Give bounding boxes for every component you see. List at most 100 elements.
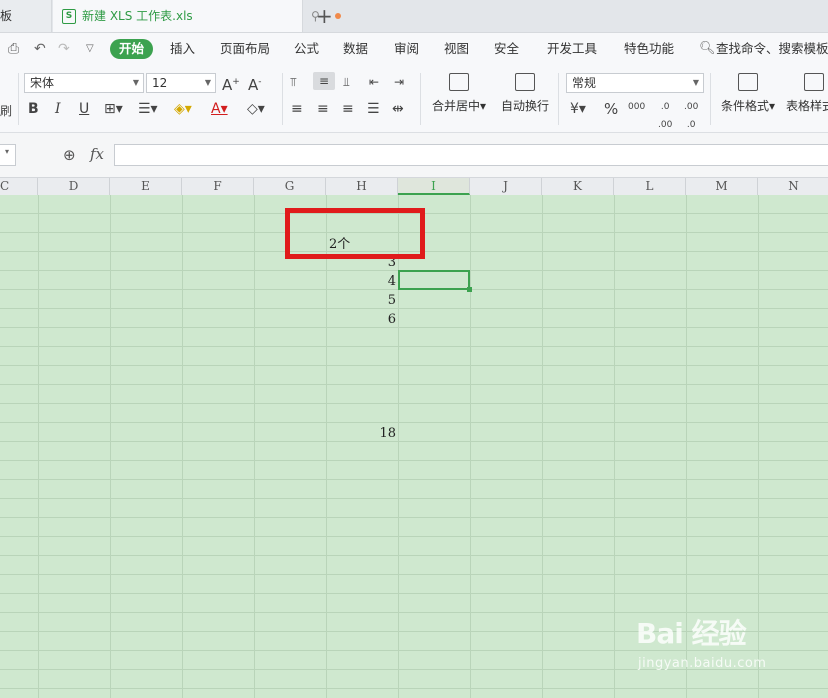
percent-icon[interactable]: % [604, 100, 618, 118]
decrease-font-icon[interactable]: A- [248, 73, 262, 94]
chevron-down-icon: ▼ [132, 78, 139, 87]
active-cell-i4[interactable] [398, 270, 470, 290]
align-center-icon[interactable]: ≡ [317, 100, 329, 118]
bold-icon[interactable]: B [28, 100, 39, 118]
ribbon-toolbar: 刷 宋体 ▼ 12 ▼ A+ A- B I U ⊞▾ ☰▾ ◈▾ A▾ ◇▾ ⫪… [0, 65, 828, 133]
font-color-icon[interactable]: A▾ [211, 100, 228, 118]
tab-label: 模板 [0, 9, 13, 23]
conditional-format-button[interactable]: 条件格式▾ [718, 73, 778, 114]
column-header-g[interactable]: G [254, 178, 326, 195]
merge-center-label: 合并居中 [431, 99, 480, 113]
wrap-text-button[interactable]: 自动换行 [498, 73, 552, 114]
merge-center-button[interactable]: 合并居中▾ [430, 73, 488, 114]
spreadsheet-icon: S [62, 9, 76, 24]
column-header-m[interactable]: M [686, 178, 758, 195]
fill-color-icon[interactable]: ◈▾ [174, 100, 192, 118]
menu-home[interactable]: 开始 [110, 39, 154, 59]
align-middle-icon[interactable]: ≡ [313, 72, 335, 90]
red-highlight-box [285, 208, 425, 259]
redo-icon[interactable]: ↷ [58, 33, 70, 65]
font-name-value: 宋体 [30, 76, 55, 90]
conditional-format-icon [738, 73, 758, 91]
unsaved-dot-icon [335, 13, 341, 19]
wrap-text-label: 自动换行 [500, 99, 549, 113]
underline-icon[interactable]: U [79, 100, 89, 118]
search-icon[interactable]: 🔍︎ [699, 33, 716, 65]
column-header-j[interactable]: J [470, 178, 542, 195]
font-size-select[interactable]: 12 ▼ [146, 73, 216, 93]
fill-handle[interactable] [467, 287, 472, 292]
cell-h12[interactable]: 18 [356, 426, 396, 441]
conditional-format-label: 条件格式 [720, 99, 769, 113]
menu-special-features[interactable]: 特色功能 [624, 33, 674, 65]
column-header-k[interactable]: K [542, 178, 614, 195]
column-header-i[interactable]: I [398, 178, 470, 195]
column-header-e[interactable]: E [110, 178, 182, 195]
wrap-text-icon [515, 73, 535, 91]
watermark-logo: Bai 经验 [636, 617, 747, 650]
number-format-value: 常规 [572, 76, 597, 90]
column-header-h[interactable]: H [326, 178, 398, 195]
menu-data[interactable]: 数据 [343, 33, 368, 65]
column-headers: C D E F G H I J K L M N [0, 178, 828, 196]
align-right-icon[interactable]: ≡ [342, 100, 354, 118]
italic-icon[interactable]: I [55, 100, 61, 118]
number-format-select[interactable]: 常规 ▼ [566, 73, 704, 93]
cell-h5[interactable]: 5 [356, 293, 396, 308]
tab-label: 新建 XLS 工作表.xls [82, 9, 193, 23]
borders-icon[interactable]: ⊞▾ [104, 100, 123, 118]
print-preview-icon[interactable]: ⎙ [8, 33, 19, 65]
tab-bar: 模板 S 新建 XLS 工作表.xls ⚲ + [0, 0, 828, 33]
ribbon-menu: ⎙ ↶ ↷ ▽ 开始 插入 页面布局 公式 数据 审阅 视图 安全 开发工具 特… [0, 33, 828, 65]
currency-icon[interactable]: ¥▾ [570, 100, 586, 118]
search-commands[interactable]: 查找命令、搜索模板 [716, 33, 828, 65]
zoom-icon[interactable]: ⊕ [63, 146, 76, 164]
distributed-icon[interactable]: ⇹ [392, 100, 404, 118]
menu-developer[interactable]: 开发工具 [547, 33, 597, 65]
decrease-indent-icon[interactable]: ⇤ [369, 73, 379, 91]
merge-icon [449, 73, 469, 91]
column-header-d[interactable]: D [38, 178, 110, 195]
menu-formulas[interactable]: 公式 [294, 33, 319, 65]
annotation-text: 2个 [329, 237, 351, 252]
table-style-button[interactable]: 表格样式 [786, 73, 828, 114]
formula-bar: ▾ ⊕ fx [0, 133, 828, 178]
justify-icon[interactable]: ☰ [367, 100, 380, 118]
thousands-separator-icon[interactable]: 000 [628, 98, 645, 116]
decrease-decimal-icon[interactable]: .00.0 [684, 98, 698, 130]
font-size-value: 12 [152, 76, 168, 90]
align-left-icon[interactable]: ≡ [291, 100, 303, 118]
quick-access-dropdown-icon[interactable]: ▽ [86, 33, 94, 65]
menu-review[interactable]: 审阅 [394, 33, 419, 65]
column-header-n[interactable]: N [758, 178, 828, 195]
cell-h6[interactable]: 6 [356, 312, 396, 327]
tab-active-workbook[interactable]: S 新建 XLS 工作表.xls ⚲ [53, 0, 341, 32]
cell-style-icon[interactable]: ☰▾ [138, 100, 158, 118]
table-style-label: 表格样式 [786, 99, 828, 113]
align-bottom-icon[interactable]: ⫫ [343, 73, 350, 91]
increase-decimal-icon[interactable]: .0.00 [658, 98, 672, 130]
table-style-icon [804, 73, 824, 91]
cell-h4[interactable]: 4 [356, 274, 396, 289]
menu-page-layout[interactable]: 页面布局 [220, 33, 270, 65]
name-box[interactable]: ▾ [0, 144, 16, 166]
menu-view[interactable]: 视图 [444, 33, 469, 65]
column-header-l[interactable]: L [614, 178, 686, 195]
watermark-url: jingyan.baidu.com [638, 656, 767, 671]
format-painter-label[interactable]: 刷 [0, 102, 12, 120]
clear-icon[interactable]: ◇▾ [247, 100, 265, 118]
menu-security[interactable]: 安全 [494, 33, 519, 65]
column-header-f[interactable]: F [182, 178, 254, 195]
column-header-c[interactable]: C [0, 178, 38, 195]
new-tab-icon[interactable]: + [316, 2, 333, 30]
formula-input[interactable] [114, 144, 828, 166]
align-top-icon[interactable]: ⫪ [290, 73, 297, 91]
fx-icon[interactable]: fx [90, 145, 104, 163]
chevron-down-icon: ▼ [204, 78, 211, 87]
font-name-select[interactable]: 宋体 ▼ [24, 73, 144, 93]
tab-templates[interactable]: 模板 [0, 0, 52, 32]
increase-indent-icon[interactable]: ⇥ [394, 73, 404, 91]
undo-icon[interactable]: ↶ [34, 33, 46, 65]
menu-insert[interactable]: 插入 [170, 33, 195, 65]
increase-font-icon[interactable]: A+ [222, 73, 240, 94]
